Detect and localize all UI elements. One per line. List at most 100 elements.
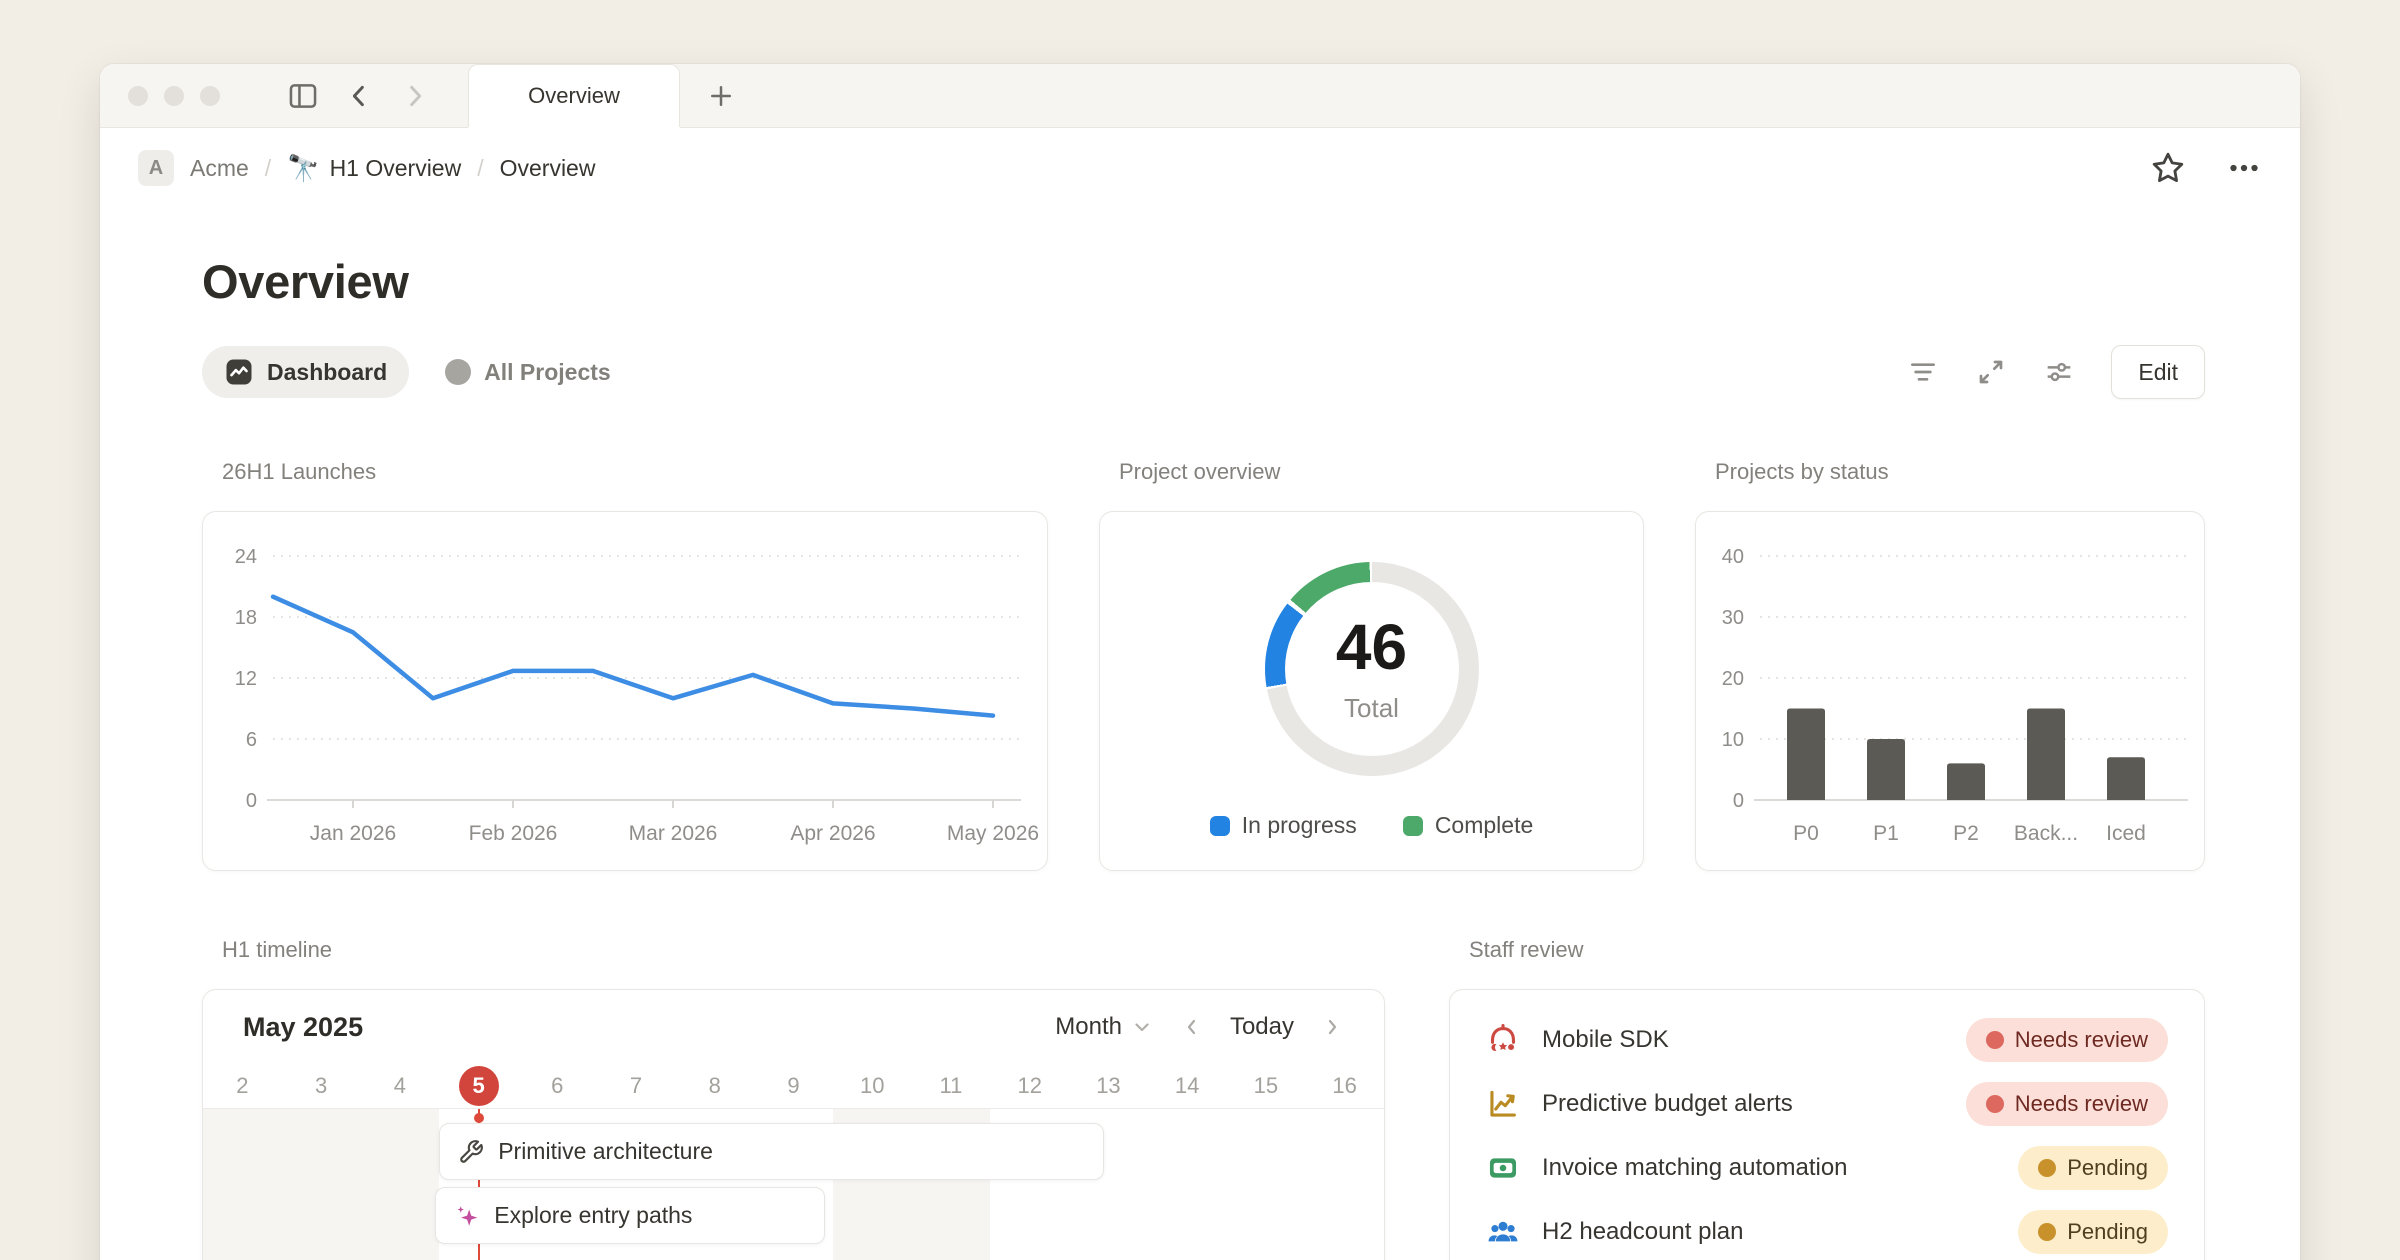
svg-text:P2: P2 (1953, 822, 1979, 845)
timeline-day-12[interactable]: 12 (990, 1064, 1069, 1108)
timeline-event[interactable]: Primitive architecture (439, 1123, 1104, 1180)
timeline-day-16[interactable]: 16 (1305, 1064, 1384, 1108)
timeline-day-11[interactable]: 11 (912, 1064, 991, 1108)
view-tab-label: All Projects (484, 359, 611, 386)
timeline-card: May 2025 Month Today (202, 989, 1385, 1260)
window-controls[interactable] (128, 86, 220, 106)
timeline-view-selector[interactable]: Month (1055, 1013, 1154, 1041)
staff-item-label: Invoice matching automation (1542, 1154, 1848, 1182)
timeline-day-5[interactable]: 5 (439, 1064, 518, 1108)
status-badge[interactable]: Pending (2018, 1210, 2168, 1254)
staff-item-label: H2 headcount plan (1542, 1218, 1744, 1246)
settings-sliders-icon[interactable] (2043, 356, 2075, 388)
view-tab-all-projects[interactable]: All Projects (423, 346, 633, 398)
forward-button[interactable] (396, 77, 434, 115)
timeline-day-15[interactable]: 15 (1227, 1064, 1306, 1108)
breadcrumb-separator: / (477, 155, 483, 182)
page-title: Overview (202, 254, 2205, 309)
legend-item: Complete (1403, 812, 1533, 839)
svg-text:P1: P1 (1873, 822, 1899, 845)
new-tab-button[interactable] (680, 64, 762, 127)
staff-review-card: Mobile SDKNeeds reviewPredictive budget … (1449, 989, 2205, 1260)
timeline-day-13[interactable]: 13 (1069, 1064, 1148, 1108)
projects-by-status-card: 010203040P0P1P2Back...Iced (1695, 511, 2205, 871)
svg-text:Feb 2026: Feb 2026 (469, 822, 558, 845)
staff-item-label: Predictive budget alerts (1542, 1090, 1793, 1118)
today-marker-dot (474, 1113, 484, 1123)
view-tab-dashboard[interactable]: Dashboard (202, 346, 409, 398)
expand-icon[interactable] (1975, 356, 2007, 388)
svg-text:30: 30 (1722, 607, 1744, 629)
more-options-icon[interactable] (2226, 150, 2262, 186)
project-overview-card: 46 Total In progressComplete (1099, 511, 1644, 871)
svg-text:0: 0 (246, 790, 257, 812)
legend-swatch (1403, 816, 1423, 836)
timeline-days-row: 2345678910111213141516 (203, 1064, 1384, 1108)
svg-text:10: 10 (1722, 729, 1744, 751)
staff-item-label: Mobile SDK (1542, 1026, 1669, 1054)
back-button[interactable] (340, 77, 378, 115)
window-tab-bar: Overview (100, 64, 2300, 128)
edit-button[interactable]: Edit (2111, 345, 2205, 399)
workspace-avatar[interactable]: A (138, 150, 174, 186)
status-badge[interactable]: Pending (2018, 1146, 2168, 1190)
svg-text:May 2026: May 2026 (947, 822, 1039, 845)
svg-text:Iced: Iced (2106, 822, 2146, 845)
timeline-day-2[interactable]: 2 (203, 1064, 282, 1108)
status-dot (2038, 1223, 2056, 1241)
timeline-day-4[interactable]: 4 (360, 1064, 439, 1108)
browser-tab-overview[interactable]: Overview (468, 64, 680, 127)
staff-review-row[interactable]: Predictive budget alerts Needs review (1486, 1072, 2168, 1136)
timeline-day-14[interactable]: 14 (1148, 1064, 1227, 1108)
legend-swatch (1210, 816, 1230, 836)
breadcrumb-bar: A Acme / 🔭 H1 Overview / Overview (100, 128, 2300, 208)
svg-text:Jan 2026: Jan 2026 (310, 822, 396, 845)
timeline-prev-icon[interactable] (1180, 1015, 1204, 1039)
status-label: Needs review (2015, 1027, 2148, 1053)
staff-review-row[interactable]: Mobile SDK Needs review (1486, 1008, 2168, 1072)
window-minimize-button[interactable] (164, 86, 184, 106)
svg-text:18: 18 (235, 607, 257, 629)
legend-item: In progress (1210, 812, 1357, 839)
timeline-event-label: Explore entry paths (494, 1202, 692, 1229)
timeline-day-10[interactable]: 10 (833, 1064, 912, 1108)
favorite-star-icon[interactable] (2150, 150, 2186, 186)
launches-card: 06121824Jan 2026Feb 2026Mar 2026Apr 2026… (202, 511, 1048, 871)
timeline-today-button[interactable]: Today (1230, 1013, 1294, 1041)
staff-review-row[interactable]: Invoice matching automation Pending (1486, 1136, 2168, 1200)
chart-icon (1486, 1087, 1520, 1121)
chevron-down-icon (1130, 1015, 1154, 1039)
timeline-day-9[interactable]: 9 (754, 1064, 833, 1108)
status-badge[interactable]: Needs review (1966, 1018, 2168, 1062)
breadcrumb-parent[interactable]: H1 Overview (330, 155, 462, 182)
staff-review-row[interactable]: H2 headcount plan Pending (1486, 1200, 2168, 1260)
breadcrumb-workspace[interactable]: Acme (190, 155, 249, 182)
window-zoom-button[interactable] (200, 86, 220, 106)
timeline-day-7[interactable]: 7 (597, 1064, 676, 1108)
launches-line-chart: 06121824Jan 2026Feb 2026Mar 2026Apr 2026… (203, 512, 1048, 870)
timeline-day-3[interactable]: 3 (282, 1064, 361, 1108)
status-bar-chart: 010203040P0P1P2Back...Iced (1696, 512, 2204, 870)
timeline-event[interactable]: Explore entry paths (435, 1187, 825, 1244)
status-badge[interactable]: Needs review (1966, 1082, 2168, 1126)
staff-review-list: Mobile SDKNeeds reviewPredictive budget … (1450, 990, 2204, 1260)
window-close-button[interactable] (128, 86, 148, 106)
page-content: Overview Dashboard All Projects (100, 254, 2300, 1260)
donut-total-value: 46 (1336, 615, 1407, 679)
breadcrumb-current[interactable]: Overview (500, 155, 596, 182)
banknote-icon (1486, 1151, 1520, 1185)
view-toolbar: Dashboard All Projects (202, 345, 2205, 399)
legend-label: In progress (1242, 812, 1357, 839)
charts-row: 26H1 Launches 06121824Jan 2026Feb 2026Ma… (202, 459, 2205, 871)
sidebar-toggle-icon[interactable] (284, 77, 322, 115)
status-label: Pending (2067, 1155, 2148, 1181)
timeline-day-6[interactable]: 6 (518, 1064, 597, 1108)
app-window: Overview A Acme / 🔭 H1 Overview / Overvi… (100, 64, 2300, 1260)
timeline-month-label: May 2025 (243, 1012, 363, 1043)
timeline-day-8[interactable]: 8 (675, 1064, 754, 1108)
timeline-next-icon[interactable] (1320, 1015, 1344, 1039)
svg-text:0: 0 (1733, 790, 1744, 812)
filter-icon[interactable] (1907, 356, 1939, 388)
status-label: Pending (2067, 1219, 2148, 1245)
svg-text:40: 40 (1722, 546, 1744, 568)
